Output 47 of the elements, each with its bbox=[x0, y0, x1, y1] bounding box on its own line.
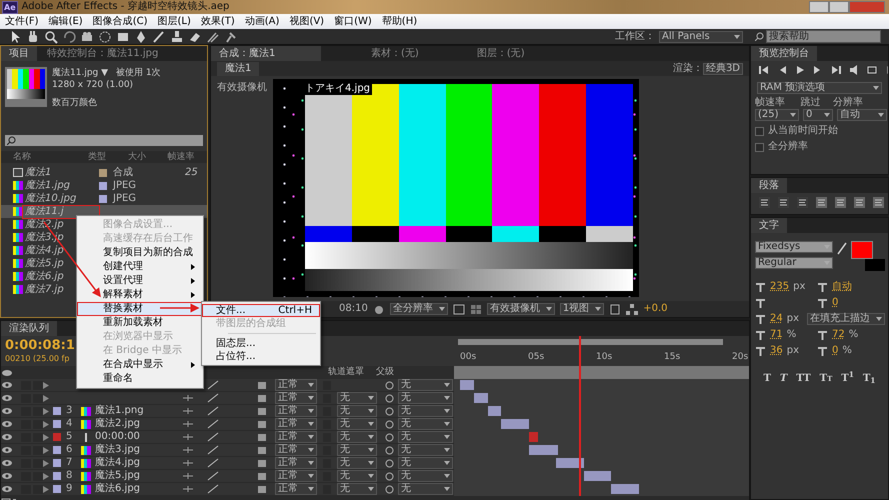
unit-label: % bbox=[848, 329, 858, 341]
unit-label: % bbox=[786, 329, 796, 341]
item-name: 魔法11.j bbox=[23, 206, 99, 218]
checkbox-label: 从当前时间开始 bbox=[768, 125, 838, 137]
item-frame-rate: 25 bbox=[185, 166, 198, 178]
renderer-label: 渲染： bbox=[672, 62, 703, 74]
frame-count: 00210 (25.00 fp bbox=[5, 354, 70, 364]
unit-label: px bbox=[786, 345, 799, 357]
footage-dimensions: 1280 x 720 (1.00) bbox=[52, 79, 134, 91]
layer-number: 4 bbox=[65, 418, 74, 430]
field-label: 分辨率 bbox=[832, 97, 864, 109]
layer-number: 7 bbox=[65, 457, 74, 469]
ruler-label: 20s bbox=[732, 352, 748, 363]
item-type: 合成 bbox=[113, 166, 134, 178]
app-logo: Ae bbox=[2, 0, 18, 14]
item-name: 魔法1 bbox=[24, 166, 52, 178]
layer-label: トアキイ4.jpg bbox=[303, 83, 372, 95]
shortcut-label: Ctrl+H bbox=[278, 304, 312, 316]
item-type: JPEG bbox=[113, 192, 138, 204]
item-name: 魔法4.jp bbox=[24, 244, 65, 256]
field-label: 跳过 bbox=[800, 97, 822, 109]
item-name: 魔法10.jpg bbox=[24, 192, 78, 204]
item-type: JPEG bbox=[113, 180, 138, 192]
item-name: 魔法7.jp bbox=[24, 284, 65, 296]
unit-label: px bbox=[793, 281, 806, 293]
field-label: 帧速率 bbox=[755, 97, 786, 109]
item-name: 魔法5.jp bbox=[24, 258, 65, 270]
color-depth: 数百万颜色 bbox=[52, 97, 98, 109]
layer-number: 3 bbox=[65, 405, 74, 417]
window-title: Adobe After Effects - 穿越时空特效镜头.aep bbox=[22, 1, 230, 13]
camera-label: 有效摄像机 bbox=[217, 82, 267, 95]
layer-number: 5 bbox=[65, 431, 74, 443]
workspace-label: 工作区： bbox=[615, 30, 655, 42]
unit-label: px bbox=[786, 313, 799, 325]
layer-number: 8 bbox=[65, 470, 74, 482]
layer-number: 6 bbox=[65, 444, 74, 456]
item-name: 魔法1.jpg bbox=[24, 180, 72, 192]
footage-name: 魔法11.jpg ▼ bbox=[52, 67, 108, 79]
item-name: 魔法6.jp bbox=[24, 270, 65, 282]
ruler-label: 10s bbox=[596, 352, 612, 363]
ruler-label: 15s bbox=[664, 352, 680, 363]
ruler-label: 00s bbox=[460, 352, 476, 363]
layer-number: 9 bbox=[65, 483, 74, 495]
checkbox-label: 全分辨率 bbox=[768, 141, 808, 153]
usage-count: 被使用 1次 bbox=[116, 67, 161, 79]
unit-label: % bbox=[842, 345, 852, 357]
ruler-label: 05s bbox=[528, 352, 544, 363]
